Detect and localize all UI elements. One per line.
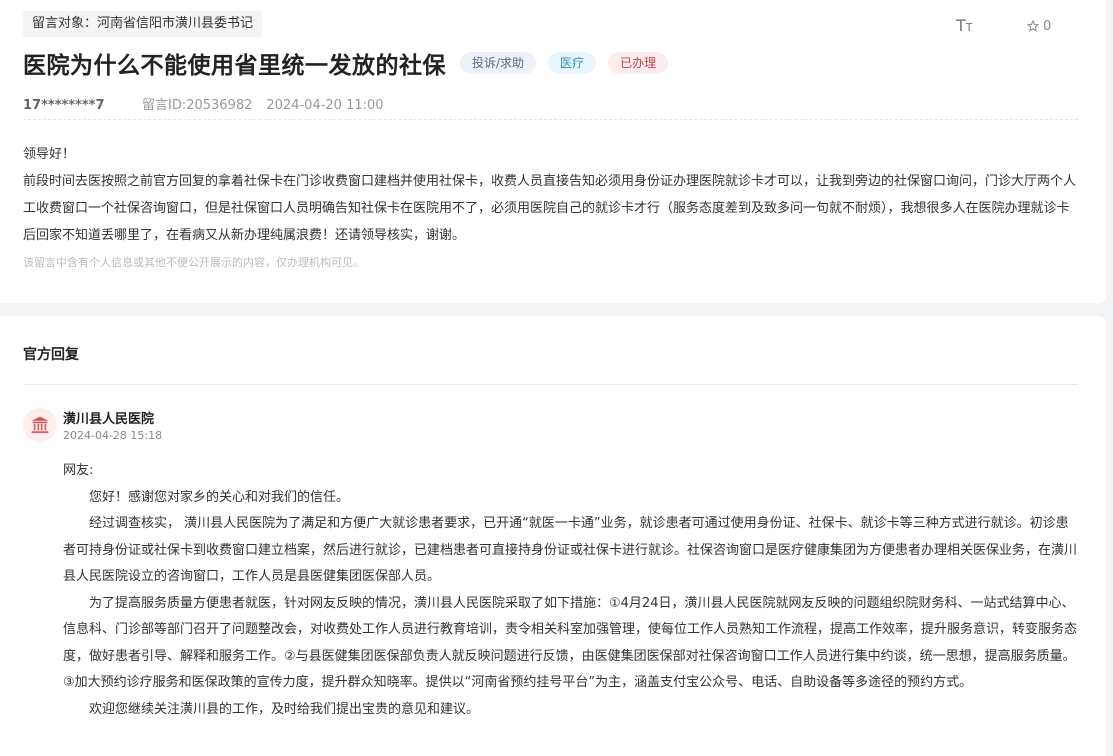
- org-name: 潢川县人民医院: [63, 412, 155, 427]
- government-building-icon: [31, 416, 49, 434]
- reply-heading: 官方回复: [23, 347, 79, 363]
- divider: [23, 119, 1078, 120]
- favorite-count: 0: [1043, 19, 1052, 34]
- type-badge: 投诉/求助: [460, 52, 537, 74]
- reply-content: 网友: 您好！感谢您对家乡的关心和对我们的信任。 经过调查核实， 潢川县人民医院…: [63, 458, 1081, 723]
- message-timestamp: 2024-04-20 11:00: [266, 98, 384, 113]
- status-badge: 已办理: [608, 52, 669, 74]
- message-greeting: 领导好！: [23, 147, 76, 162]
- title-row: 医院为什么不能使用省里统一发放的社保 投诉/求助 医疗 已办理: [23, 47, 680, 79]
- page-title: 医院为什么不能使用省里统一发放的社保: [23, 53, 446, 79]
- font-size-icon[interactable]: TT: [956, 14, 976, 38]
- message-meta: 17********7 留言ID:20536982 2024-04-20 11:00: [23, 94, 384, 113]
- divider: [23, 384, 1078, 385]
- message-text: 前段时间去医按照之前官方回复的拿着社保卡在门诊收费窗口建档并使用社保卡，收费人员…: [23, 174, 1077, 243]
- star-icon: [1026, 19, 1040, 32]
- user-id: 17********7: [23, 98, 105, 113]
- favorite-button[interactable]: 0: [1026, 16, 1052, 38]
- message-card: 留言对象：河南省信阳市潢川县委书记 TT 0 医院为什么不能使用省里统一发放的社…: [0, 0, 1106, 303]
- avatar: [23, 408, 57, 442]
- reply-paragraph: 欢迎您继续关注潢川县的工作，及时给我们提出宝贵的意见和建议。: [89, 701, 480, 717]
- message-id: 留言ID:20536982: [142, 98, 253, 113]
- reply-timestamp: 2024-04-28 15:18: [63, 429, 163, 442]
- official-reply-card: 官方回复 潢川县人民医院 2024-04-28 15:18 网友: 您好！感谢您…: [0, 316, 1106, 756]
- message-target-tag: 留言对象：河南省信阳市潢川县委书记: [23, 11, 263, 37]
- reply-paragraph: 经过调查核实， 潢川县人民医院为了满足和方便广大就诊患者要求，已开通“就医一卡通…: [63, 516, 1078, 584]
- reply-paragraph: 您好！感谢您对家乡的关心和对我们的信任。: [89, 489, 350, 505]
- reply-paragraph: 为了提高服务质量方便患者就医，针对网友反映的情况，潢川县人民医院采取了如下措施：…: [63, 595, 1078, 691]
- privacy-note: 该留言中含有个人信息或其他不便公开展示的内容，仅办理机构可见。: [23, 256, 364, 269]
- message-content: 领导好！ 前段时间去医按照之前官方回复的拿着社保卡在门诊收费窗口建档并使用社保卡…: [23, 141, 1081, 249]
- reply-salutation: 网友:: [63, 463, 94, 478]
- category-badge: 医疗: [548, 52, 597, 74]
